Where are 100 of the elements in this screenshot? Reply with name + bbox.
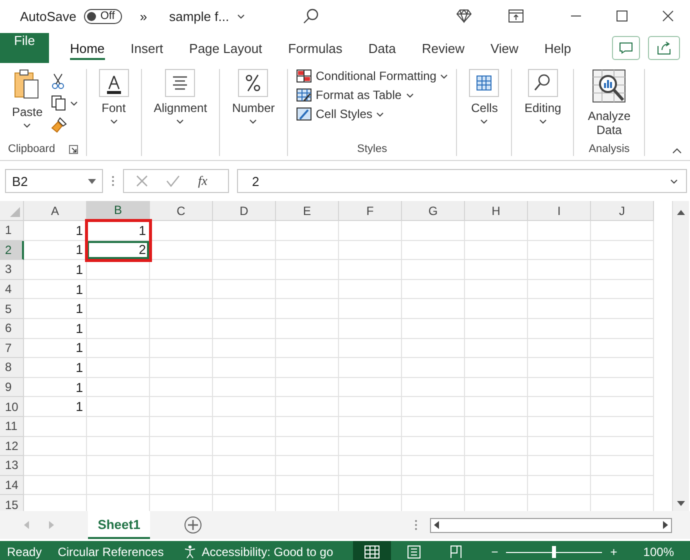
cell[interactable] <box>213 240 276 260</box>
row-header[interactable]: 2 <box>0 240 24 260</box>
cell[interactable] <box>150 416 213 437</box>
cell[interactable] <box>87 260 150 280</box>
cell[interactable] <box>591 338 654 358</box>
cell[interactable] <box>276 221 339 241</box>
cell[interactable] <box>150 221 213 241</box>
cell[interactable] <box>465 416 528 437</box>
cell[interactable]: 1 <box>24 260 87 280</box>
overflow-button[interactable]: » <box>140 8 148 24</box>
column-header[interactable]: F <box>339 201 402 221</box>
style-menu-button[interactable]: Cell Styles <box>296 107 448 121</box>
scroll-up-icon[interactable] <box>677 209 685 215</box>
cell[interactable] <box>150 436 213 456</box>
row-header[interactable]: 4 <box>0 280 24 300</box>
add-sheet-icon[interactable] <box>184 516 202 534</box>
cell[interactable] <box>213 299 276 319</box>
caret-icon[interactable] <box>480 119 488 124</box>
row-header[interactable]: 3 <box>0 260 24 280</box>
cell[interactable] <box>402 397 465 417</box>
cell[interactable] <box>591 299 654 319</box>
search-icon[interactable] <box>303 8 320 24</box>
cell[interactable] <box>591 416 654 437</box>
cell[interactable] <box>150 378 213 398</box>
cell[interactable] <box>87 378 150 398</box>
cell[interactable] <box>276 338 339 358</box>
zoom-level[interactable]: 100% <box>643 545 674 559</box>
cell[interactable] <box>150 397 213 417</box>
cell[interactable] <box>213 358 276 378</box>
cell[interactable] <box>339 416 402 437</box>
name-box[interactable]: B2 <box>5 169 103 193</box>
cell[interactable] <box>213 456 276 476</box>
cell[interactable] <box>213 318 276 339</box>
column-header[interactable]: C <box>150 201 213 221</box>
caret-icon[interactable] <box>440 74 448 78</box>
ribbon-tab[interactable]: View <box>480 33 528 63</box>
cancel-icon[interactable] <box>136 175 148 187</box>
cell[interactable]: 1 <box>24 378 87 398</box>
cell[interactable] <box>150 338 213 358</box>
cell[interactable] <box>591 358 654 378</box>
cell[interactable] <box>339 456 402 476</box>
cell[interactable] <box>402 318 465 339</box>
comments-button[interactable] <box>612 36 640 60</box>
row-header[interactable]: 10 <box>0 397 24 417</box>
cell[interactable] <box>528 397 591 417</box>
normal-view-button[interactable] <box>353 541 392 560</box>
insert-function-button[interactable]: fx <box>198 173 208 189</box>
cell[interactable] <box>402 280 465 300</box>
caret-icon[interactable] <box>376 112 384 116</box>
ribbon-button[interactable]: Editing <box>520 69 566 124</box>
row-header[interactable]: 9 <box>0 378 24 398</box>
column-header[interactable]: H <box>465 201 528 221</box>
row-header[interactable]: 8 <box>0 358 24 378</box>
cell[interactable] <box>339 397 402 417</box>
check-icon[interactable] <box>166 175 180 187</box>
cell[interactable]: 1 <box>24 240 87 260</box>
ribbon-display-icon[interactable] <box>508 9 524 23</box>
cell[interactable] <box>150 260 213 280</box>
cell[interactable] <box>339 378 402 398</box>
cell[interactable] <box>339 221 402 241</box>
caret-icon[interactable] <box>176 119 184 124</box>
row-header[interactable]: 14 <box>0 476 24 496</box>
cell[interactable] <box>591 397 654 417</box>
cell[interactable] <box>150 299 213 319</box>
cell[interactable] <box>24 436 87 456</box>
cell[interactable] <box>465 456 528 476</box>
cell[interactable] <box>465 397 528 417</box>
cell[interactable] <box>213 338 276 358</box>
cell[interactable] <box>402 416 465 437</box>
cell[interactable] <box>24 456 87 476</box>
cell[interactable] <box>465 318 528 339</box>
row-header[interactable]: 13 <box>0 456 24 476</box>
cell[interactable] <box>402 338 465 358</box>
dialog-launcher-icon[interactable] <box>68 144 78 154</box>
caret-icon[interactable] <box>538 119 547 124</box>
cell[interactable] <box>465 358 528 378</box>
cell[interactable] <box>402 358 465 378</box>
dropdown-icon[interactable] <box>237 14 246 18</box>
cell[interactable]: 2 <box>87 240 150 260</box>
column-header[interactable]: B <box>87 201 150 221</box>
cell[interactable]: 1 <box>24 221 87 241</box>
cell[interactable] <box>528 260 591 280</box>
row-header[interactable]: 11 <box>0 416 24 437</box>
cell[interactable] <box>213 378 276 398</box>
cell[interactable] <box>213 416 276 437</box>
accessibility-button[interactable]: Accessibility: Good to go <box>184 545 334 559</box>
row-header[interactable]: 12 <box>0 436 24 456</box>
scroll-right-icon[interactable] <box>663 521 668 529</box>
cell[interactable] <box>213 397 276 417</box>
cell[interactable] <box>528 338 591 358</box>
cell[interactable] <box>528 299 591 319</box>
ribbon-tab[interactable]: Data <box>358 33 406 63</box>
cell[interactable] <box>213 260 276 280</box>
horizontal-scrollbar[interactable] <box>430 518 672 532</box>
zoom-out-button[interactable]: − <box>491 545 498 559</box>
cell[interactable]: 1 <box>24 338 87 358</box>
cell[interactable] <box>276 358 339 378</box>
cell[interactable]: 1 <box>24 358 87 378</box>
column-header[interactable]: E <box>276 201 339 221</box>
cell[interactable] <box>528 240 591 260</box>
